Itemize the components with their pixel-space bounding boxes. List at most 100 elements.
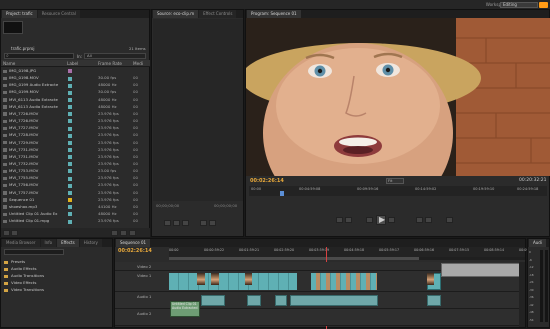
project-item-row[interactable]: MVI_7728.MOV 23.976 fps 00 [1, 132, 150, 139]
project-item-row[interactable]: shoeshox.mp3 44100 Hz 00 [1, 204, 150, 211]
label-swatch [68, 169, 72, 174]
project-item-row[interactable]: MVI_7731.MOV 23.976 fps 00 [1, 147, 150, 154]
source-overwrite-button[interactable] [209, 220, 216, 226]
program-playhead[interactable] [280, 191, 284, 196]
video-clip-group[interactable] [311, 273, 377, 290]
effects-folder[interactable]: Audio Transitions [4, 272, 44, 279]
project-item-row[interactable]: IMG_0199.MOV 30.00 fps 00 [1, 89, 150, 96]
in-filter-select[interactable]: All [84, 53, 146, 59]
audio-clip-long[interactable] [441, 263, 525, 277]
step-back-button[interactable] [366, 217, 373, 223]
mark-in-button[interactable] [336, 217, 343, 223]
track-label: Audio 1 [137, 294, 152, 299]
timeline-ruler[interactable]: 00:00 00:00:59:22 00:01:59:21 00:02:59:20 00… [169, 247, 539, 257]
cs-live-button[interactable] [539, 1, 548, 8]
column-label[interactable]: Label [67, 61, 78, 66]
project-item-row[interactable]: MVI_7726.MOV 23.976 fps 00 [1, 118, 150, 125]
track-label: Video 1 [137, 273, 152, 278]
project-item-row[interactable]: MVI_7732.MOV 23.976 fps 00 [1, 161, 150, 168]
tab-sequence-01[interactable]: Sequence 01 [116, 239, 151, 247]
column-name[interactable]: Name [3, 61, 15, 66]
effects-folder[interactable]: Video Transitions [4, 286, 44, 293]
tab-program[interactable]: Program: Sequence 01 [247, 10, 301, 18]
tab-effect-controls[interactable]: Effect Controls [199, 10, 237, 18]
project-item-row[interactable]: MVI_7753.MOV 23.00 fps 00 [1, 168, 150, 175]
project-item-row[interactable]: MVI_6113 Audio Extracte 48000 Hz 00 [1, 104, 150, 111]
project-item-row[interactable]: MVI_7726.MOV 23.976 fps 00 [1, 111, 150, 118]
project-item-row[interactable]: MVI_7757.MOV 23.976 fps 00 [1, 190, 150, 197]
effects-panel: Media Browser Info Effects History Prese… [0, 238, 113, 328]
timeline-zoom-handle[interactable] [169, 257, 419, 260]
audio-clip[interactable] [247, 295, 261, 306]
tab-audio-meter[interactable]: Audi [529, 239, 546, 247]
effects-folder[interactable]: Presets [4, 258, 25, 265]
item-media: 00 [133, 203, 138, 209]
effects-folder[interactable]: Video Effects [4, 279, 36, 286]
project-item-row[interactable]: Untitled Clip 01 Audio Ex 48000 Hz 00 [1, 211, 150, 218]
effects-folder[interactable]: Audio Effects [4, 265, 37, 272]
project-item-row[interactable]: MVI_7727.MOV 23.976 fps 00 [1, 125, 150, 132]
project-item-row[interactable]: MVI_6113 Audio Extracte 48000 Hz 00 [1, 97, 150, 104]
lift-button[interactable] [416, 217, 423, 223]
video-clip-thumbnail[interactable] [245, 273, 252, 285]
label-swatch [68, 76, 72, 81]
audio-clip-label-box[interactable]: Untitled Clip 01 Audio Extracted [170, 301, 200, 317]
timeline-vertical-scrollbar[interactable] [519, 262, 525, 327]
program-transport-controls: ▶ [336, 214, 466, 228]
label-swatch [68, 105, 72, 110]
label-swatch [68, 119, 72, 124]
project-item-row[interactable]: Untitled Clip 01.mpg 23.976 fps 00 [1, 218, 150, 225]
icon-view-button[interactable] [11, 229, 18, 236]
extract-button[interactable] [425, 217, 432, 223]
video-clip-thumbnail[interactable] [197, 273, 205, 285]
project-item-row[interactable]: MVI_7729.MOV 23.976 fps 00 [1, 140, 150, 147]
item-name: Untitled Clip 01 Audio Ex [9, 211, 58, 216]
video-clip-thumbnail[interactable] [211, 273, 219, 285]
audio-clip[interactable] [275, 295, 287, 306]
export-frame-button[interactable] [446, 217, 453, 223]
item-name: shoeshox.mp3 [9, 203, 38, 209]
delete-button[interactable] [129, 229, 136, 236]
audio-clip[interactable] [201, 295, 225, 306]
workspace-select[interactable]: Editing [500, 1, 538, 8]
play-button[interactable]: ▶ [376, 215, 386, 225]
source-step-forward-button[interactable] [182, 220, 189, 226]
timeline-zoom-bar[interactable] [169, 257, 525, 260]
project-item-row[interactable]: Sequence 01 23.976 fps 00 [1, 197, 150, 204]
tab-history[interactable]: History [79, 239, 102, 247]
new-item-button[interactable] [120, 229, 127, 236]
new-bin-button[interactable] [111, 229, 118, 236]
source-step-back-button[interactable] [164, 220, 171, 226]
item-media: 00 [133, 125, 138, 131]
tab-info[interactable]: Info [40, 239, 57, 247]
item-name: IMG_0198.JPG [9, 68, 37, 73]
tab-media-browser[interactable]: Media Browser [2, 239, 40, 247]
project-search-input[interactable]: ⌕ [4, 53, 74, 59]
project-item-row[interactable]: MVI_7731.MOV 23.976 fps 00 [1, 154, 150, 161]
video-clip-strip[interactable] [169, 273, 297, 290]
source-play-button[interactable] [173, 220, 180, 226]
audio-clip[interactable] [427, 295, 441, 306]
project-item-row[interactable]: IMG_0198.MOV 30.00 fps 00 [1, 75, 150, 82]
audio-clip[interactable] [290, 295, 378, 306]
project-item-row[interactable]: IMG_0198.JPG [1, 68, 150, 75]
tab-project[interactable]: Project: trafic [2, 10, 37, 18]
list-view-button[interactable] [3, 229, 10, 236]
tab-effects[interactable]: Effects [57, 239, 79, 247]
tab-source[interactable]: Source: eco-clip.m [153, 10, 199, 18]
mark-out-button[interactable] [345, 217, 352, 223]
source-insert-button[interactable] [200, 220, 207, 226]
column-frame-rate[interactable]: Frame Rate [98, 61, 122, 66]
program-fit-select[interactable]: Fit [386, 178, 404, 184]
video-clip-thumbnail[interactable] [427, 273, 434, 285]
meter-mark: -30 [529, 287, 534, 292]
step-forward-button[interactable] [388, 217, 395, 223]
column-media[interactable]: Medi [133, 61, 143, 66]
label-swatch [68, 162, 72, 167]
project-item-row[interactable]: IMG_0199 Audio Extracte 48000 Hz 00 [1, 82, 150, 89]
effects-search-input[interactable] [4, 249, 64, 255]
project-item-row[interactable]: MVI_7756.MOV 23.976 fps 00 [1, 182, 150, 189]
tab-resource-central[interactable]: Resource Central [37, 10, 80, 18]
timeline-ruler-label: 00:01:59:21 [239, 248, 260, 252]
project-item-row[interactable]: MVI_7755.MOV 23.976 fps 00 [1, 175, 150, 182]
